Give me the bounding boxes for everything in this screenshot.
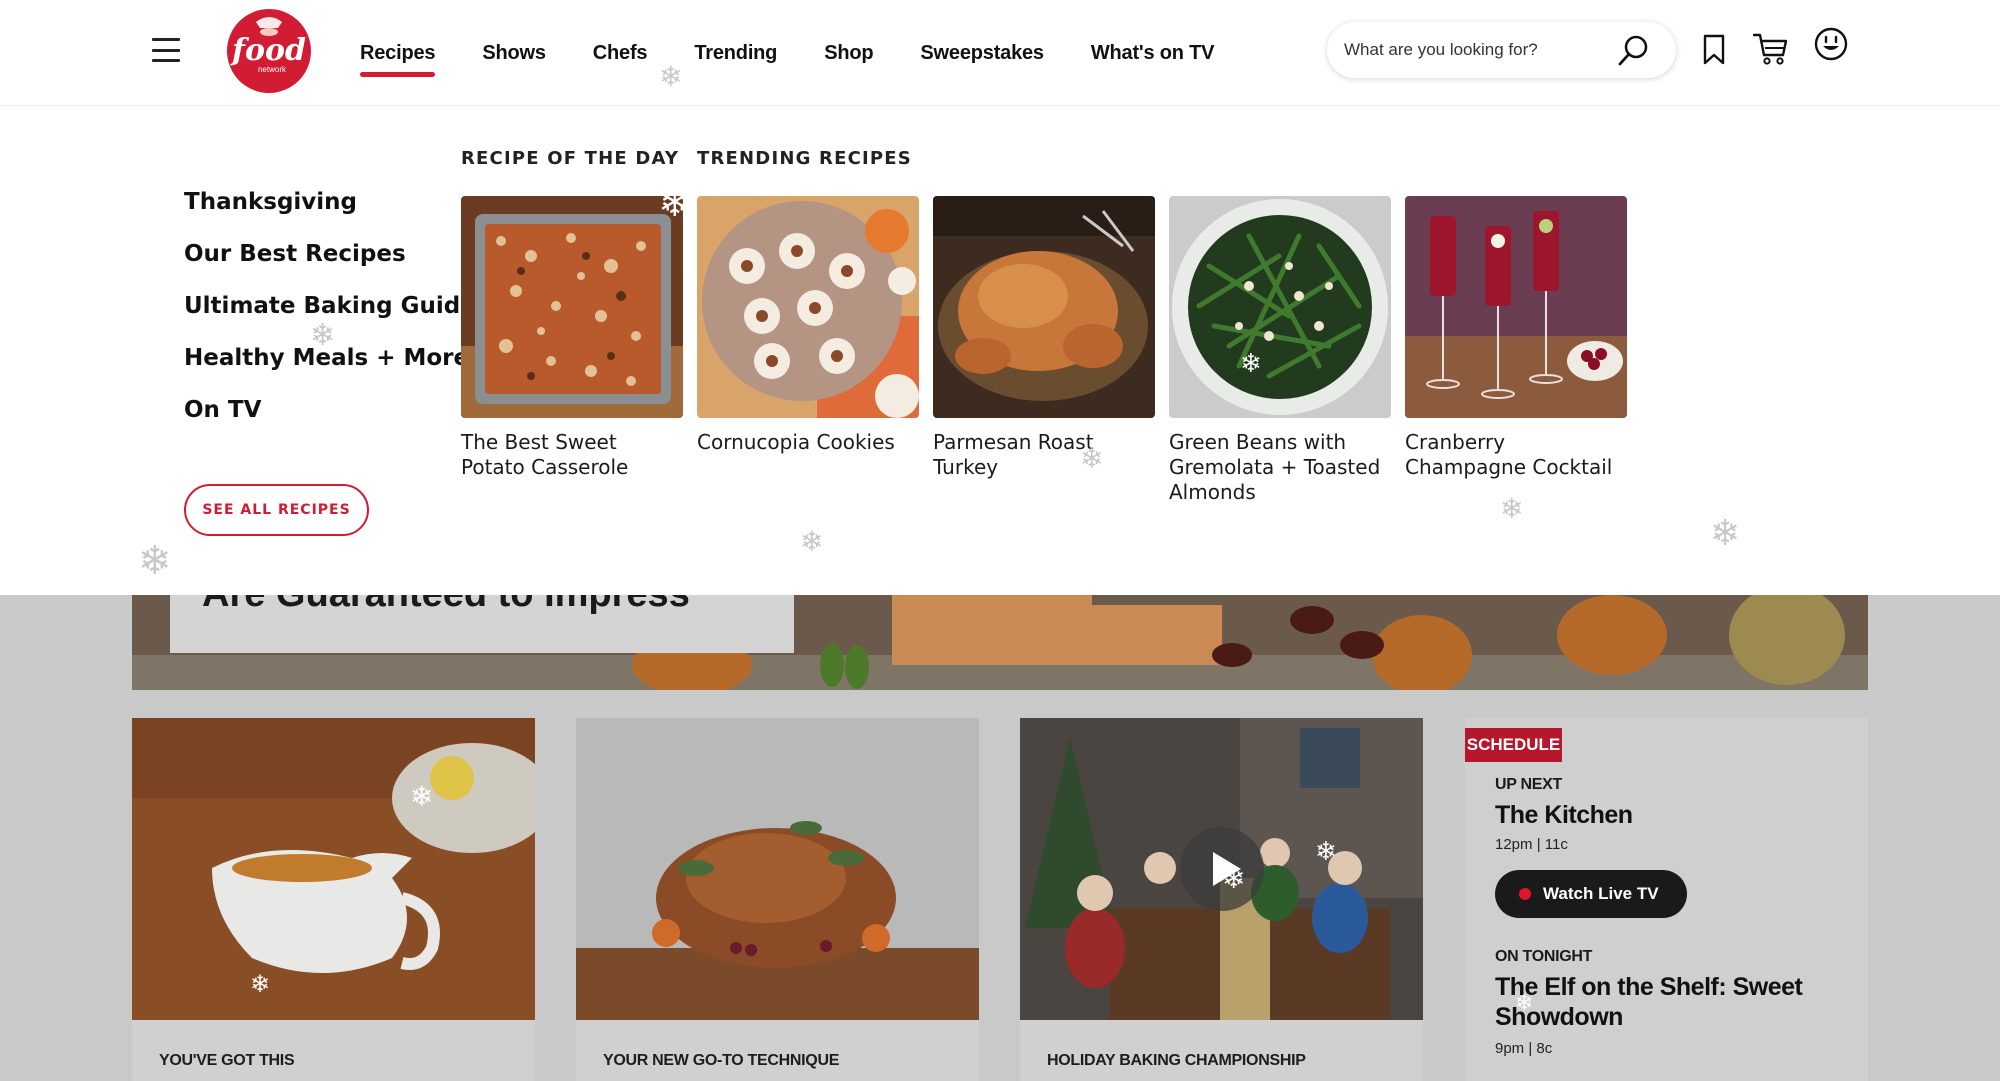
recipe-image (1405, 196, 1627, 418)
play-icon[interactable] (1179, 826, 1265, 912)
side-item-thanksgiving[interactable]: Thanksgiving (184, 189, 476, 241)
nav-sweepstakes[interactable]: Sweepstakes (920, 34, 1044, 73)
on-tonight-title[interactable]: The Elf on the Shelf: Sweet Showdown (1495, 972, 1815, 1032)
recipe-title[interactable]: Cornucopia Cookies (697, 430, 919, 455)
promo-card-turkey[interactable]: YOUR NEW GO-TO TECHNIQUE (576, 718, 979, 1081)
logo-subtext: network (258, 65, 287, 74)
up-next-time: 12pm | 11c (1495, 836, 1568, 853)
schedule-badge: SCHEDULE (1465, 728, 1562, 762)
search-box (1327, 22, 1676, 78)
main-nav: Recipes Shows Chefs Trending Shop Sweeps… (360, 0, 1261, 106)
side-item-baking-guide[interactable]: Ultimate Baking Guide (184, 293, 476, 345)
nav-recipes[interactable]: Recipes (360, 34, 436, 77)
promo-label[interactable]: HOLIDAY BAKING CHAMPIONSHIP (1047, 1052, 1306, 1070)
side-item-healthy-meals[interactable]: Healthy Meals + More (184, 345, 476, 397)
on-tonight-time: 9pm | 8c (1495, 1040, 1553, 1057)
trending-recipes-heading: TRENDING RECIPES (697, 148, 912, 169)
promo-card-holiday-baking[interactable]: HOLIDAY BAKING CHAMPIONSHIP (1020, 718, 1423, 1081)
recipe-card-sweet-potato-casserole[interactable]: The Best Sweet Potato Casserole (461, 196, 683, 480)
side-item-best-recipes[interactable]: Our Best Recipes (184, 241, 476, 293)
bookmark-icon[interactable] (1702, 34, 1726, 66)
nav-shows[interactable]: Shows (482, 34, 546, 73)
recipe-title[interactable]: The Best Sweet Potato Casserole (461, 430, 683, 480)
on-tonight-label: ON TONIGHT (1495, 948, 1593, 965)
recipe-card-cornucopia-cookies[interactable]: Cornucopia Cookies (697, 196, 919, 455)
nav-chefs[interactable]: Chefs (593, 34, 648, 73)
site-header: food network Recipes Shows Chefs Trendin… (0, 0, 2000, 106)
promo-label[interactable]: YOUR NEW GO-TO TECHNIQUE (603, 1052, 839, 1070)
promo-label[interactable]: YOU'VE GOT THIS (159, 1052, 295, 1070)
search-input[interactable] (1344, 22, 1614, 78)
live-dot-icon (1519, 888, 1531, 900)
search-icon[interactable] (1616, 34, 1650, 68)
side-item-on-tv[interactable]: On TV (184, 397, 476, 449)
account-icon[interactable] (1814, 27, 1848, 61)
recipes-mega-menu: Thanksgiving Our Best Recipes Ultimate B… (0, 106, 2000, 595)
logo-wordmark: food (230, 33, 306, 68)
menu-icon[interactable] (152, 38, 180, 62)
watch-live-tv-button[interactable]: Watch Live TV (1495, 870, 1687, 918)
recipe-card-cranberry-cocktail[interactable]: Cranberry Champagne Cocktail (1405, 196, 1627, 480)
see-all-recipes-button[interactable]: SEE ALL RECIPES (184, 484, 369, 536)
up-next-title[interactable]: The Kitchen (1495, 800, 1633, 830)
recipe-card-parmesan-roast-turkey[interactable]: Parmesan Roast Turkey (933, 196, 1155, 480)
recipe-image (933, 196, 1155, 418)
up-next-label: UP NEXT (1495, 776, 1562, 793)
promo-image (132, 718, 535, 1020)
recipe-image (697, 196, 919, 418)
recipes-side-menu: Thanksgiving Our Best Recipes Ultimate B… (184, 189, 476, 449)
food-network-logo[interactable]: food network (226, 8, 312, 94)
recipe-title[interactable]: Green Beans with Gremolata + Toasted Alm… (1169, 430, 1391, 505)
recipe-image (461, 196, 683, 418)
recipe-image (1169, 196, 1391, 418)
watch-live-label: Watch Live TV (1543, 884, 1659, 903)
promo-card-gravy[interactable]: YOU'VE GOT THIS (132, 718, 535, 1081)
tv-schedule-panel: SCHEDULE UP NEXT The Kitchen 12pm | 11c … (1465, 718, 1868, 1081)
nav-shop[interactable]: Shop (824, 34, 873, 73)
nav-whats-on-tv[interactable]: What's on TV (1091, 34, 1215, 73)
recipe-card-green-beans[interactable]: Green Beans with Gremolata + Toasted Alm… (1169, 196, 1391, 505)
promo-image (576, 718, 979, 1020)
recipe-title[interactable]: Parmesan Roast Turkey (933, 430, 1155, 480)
cart-icon[interactable] (1753, 32, 1789, 66)
recipe-of-day-heading: RECIPE OF THE DAY (461, 148, 680, 169)
recipe-title[interactable]: Cranberry Champagne Cocktail (1405, 430, 1627, 480)
nav-trending[interactable]: Trending (694, 34, 777, 73)
